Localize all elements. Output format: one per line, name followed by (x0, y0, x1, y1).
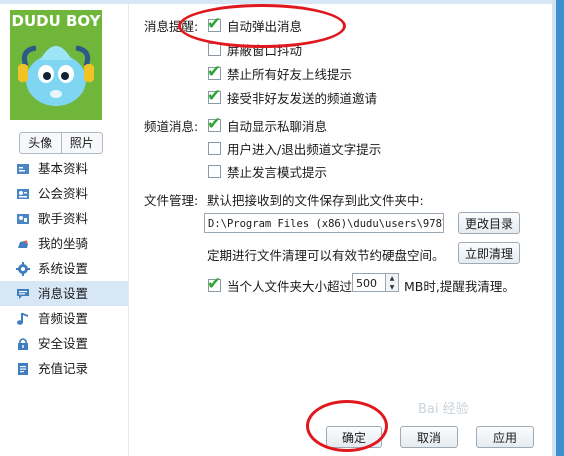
folder-size-input[interactable]: 500 (352, 273, 386, 292)
checkbox-box[interactable] (207, 86, 221, 106)
sidebar-nav: 基本资料 公会资料 歌手资料 我的坐骑 系统设置 消息设置 音频设置 安全设置 (0, 156, 128, 381)
sidebar-item-basic-profile[interactable]: 基本资料 (0, 156, 128, 181)
music-note-icon (17, 313, 28, 325)
sidebar-item-label: 基本资料 (38, 161, 89, 176)
avatar[interactable]: DUDU BOY (10, 10, 102, 120)
auto-show-private-chat-checkbox[interactable]: 自动显示私聊消息 (207, 114, 328, 135)
gear-icon (16, 262, 30, 276)
disable-speak-mode-alert-checkbox[interactable]: 禁止发言模式提示 (208, 162, 327, 181)
profile-card-icon (17, 164, 29, 174)
highlight-circle-auto-popup (178, 4, 346, 48)
clean-now-button[interactable]: 立即清理 (458, 242, 520, 264)
change-directory-button[interactable]: 更改目录 (458, 212, 520, 234)
checkbox-box[interactable] (207, 62, 221, 82)
sidebar-item-label: 消息设置 (38, 286, 89, 301)
mascot-icon (18, 45, 94, 106)
sidebar: DUDU BOY 头像 照片 基本资料 公会资料 歌手资料 我的坐骑 系统设置 … (0, 4, 129, 456)
chat-bubble-icon (17, 289, 29, 299)
tab-avatar[interactable]: 头像 (20, 133, 62, 153)
file-save-description: 默认把接收到的文件保存到此文件夹中: (207, 193, 424, 208)
checkbox-label: 禁止发言模式提示 (227, 165, 328, 180)
checkbox-label: 接受非好友发送的频道邀请 (227, 91, 378, 106)
channel-message-label: 频道消息: (144, 119, 199, 134)
photo-tabs: 头像 照片 (19, 132, 103, 154)
window-right-border (556, 0, 564, 456)
file-management-label: 文件管理: (144, 193, 199, 208)
user-enter-exit-text-alert-checkbox[interactable]: 用户进入/退出频道文字提示 (208, 139, 381, 158)
sidebar-item-guild-profile[interactable]: 公会资料 (0, 181, 128, 206)
sidebar-item-my-mount[interactable]: 我的坐骑 (0, 231, 128, 256)
checkbox-box[interactable] (208, 142, 221, 155)
sidebar-item-label: 系统设置 (38, 261, 89, 276)
checkbox-box[interactable] (207, 274, 221, 294)
sidebar-item-label: 音频设置 (38, 311, 89, 326)
recharge-record-icon (18, 363, 28, 375)
sidebar-item-message-settings[interactable]: 消息设置 (0, 281, 128, 306)
sidebar-item-label: 歌手资料 (38, 211, 89, 226)
apply-button[interactable]: 应用 (476, 426, 534, 448)
sidebar-item-singer-profile[interactable]: 歌手资料 (0, 206, 128, 231)
checkbox-box[interactable] (207, 114, 221, 134)
singer-card-icon (17, 214, 29, 224)
folder-size-suffix: MB时,提醒我清理。 (404, 279, 515, 294)
lock-icon (18, 338, 28, 350)
guild-card-icon (17, 189, 29, 199)
sidebar-item-audio-settings[interactable]: 音频设置 (0, 306, 128, 331)
baidu-watermark: Bai 经验 (418, 402, 469, 417)
sidebar-item-label: 安全设置 (38, 336, 89, 351)
accept-nonfriend-channel-invite-checkbox[interactable]: 接受非好友发送的频道邀请 (207, 86, 378, 107)
folder-size-stepper[interactable]: ▲ ▼ (386, 273, 399, 292)
cleanup-description: 定期进行文件清理可以有效节约硬盘空间。 (207, 248, 445, 263)
tab-photo[interactable]: 照片 (62, 133, 103, 153)
sidebar-item-label: 我的坐骑 (38, 236, 89, 251)
mount-icon (18, 240, 28, 248)
checkbox-label: 当个人文件夹大小超过 (227, 279, 353, 294)
save-path-field[interactable]: D:\Program Files (x86)\dudu\users\97877 (204, 213, 444, 233)
checkbox-label: 用户进入/退出频道文字提示 (227, 142, 382, 157)
sidebar-item-recharge-record[interactable]: 充值记录 (0, 356, 128, 381)
cancel-button[interactable]: 取消 (400, 426, 458, 448)
folder-size-limit-checkbox[interactable]: 当个人文件夹大小超过 (207, 274, 353, 295)
sidebar-item-label: 充值记录 (38, 361, 89, 376)
highlight-circle-ok-button (306, 400, 388, 452)
sidebar-item-label: 公会资料 (38, 186, 89, 201)
sidebar-item-system-settings[interactable]: 系统设置 (0, 256, 128, 281)
stepper-down-icon[interactable]: ▼ (386, 283, 398, 292)
checkbox-box[interactable] (208, 165, 221, 178)
checkbox-label: 禁止所有好友上线提示 (227, 67, 353, 82)
disable-friend-online-alert-checkbox[interactable]: 禁止所有好友上线提示 (207, 62, 353, 83)
stepper-up-icon[interactable]: ▲ (386, 274, 398, 283)
sidebar-item-security-settings[interactable]: 安全设置 (0, 331, 128, 356)
checkbox-label: 自动显示私聊消息 (227, 119, 328, 134)
